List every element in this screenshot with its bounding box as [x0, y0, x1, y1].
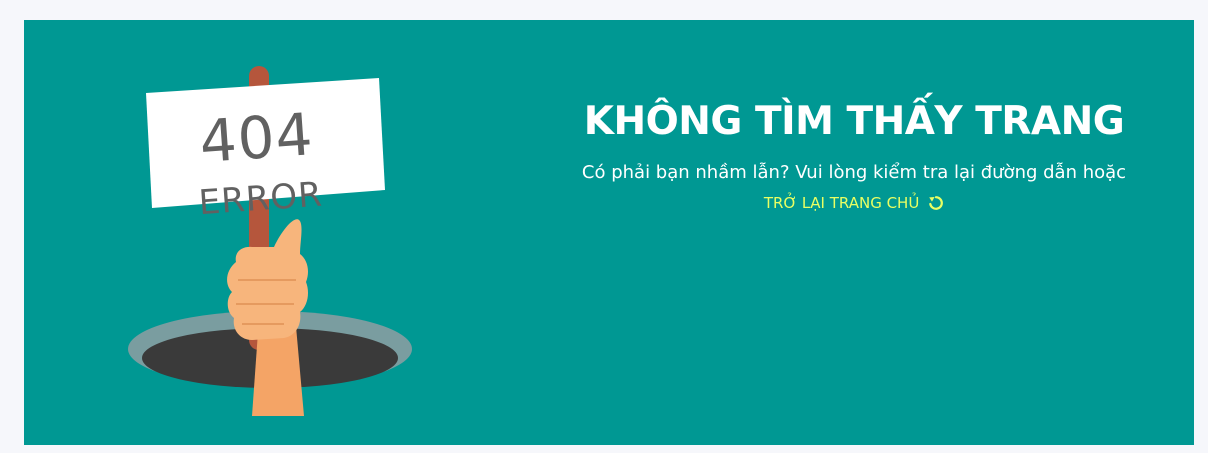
error-code: 404	[197, 100, 316, 176]
refresh-icon	[929, 196, 944, 210]
404-illustration: 404 ERROR	[124, 66, 424, 416]
not-found-panel: 404 ERROR KHÔNG TÌM THẤY TRANG Có phải b…	[24, 20, 1194, 445]
error-message: Có phải bạn nhầm lẫn? Vui lòng kiểm tra …	[581, 162, 1127, 183]
error-page: 404 ERROR KHÔNG TÌM THẤY TRANG Có phải b…	[0, 0, 1208, 453]
back-home-link-label: TRỞ LẠI TRANG CHỦ	[763, 194, 920, 212]
back-home-link[interactable]: TRỞ LẠI TRANG CHỦ	[764, 192, 944, 214]
sign-text: 404 ERROR	[168, 94, 348, 226]
error-content: KHÔNG TÌM THẤY TRANG Có phải bạn nhầm lẫ…	[564, 98, 1144, 214]
page-title: KHÔNG TÌM THẤY TRANG	[583, 99, 1125, 144]
